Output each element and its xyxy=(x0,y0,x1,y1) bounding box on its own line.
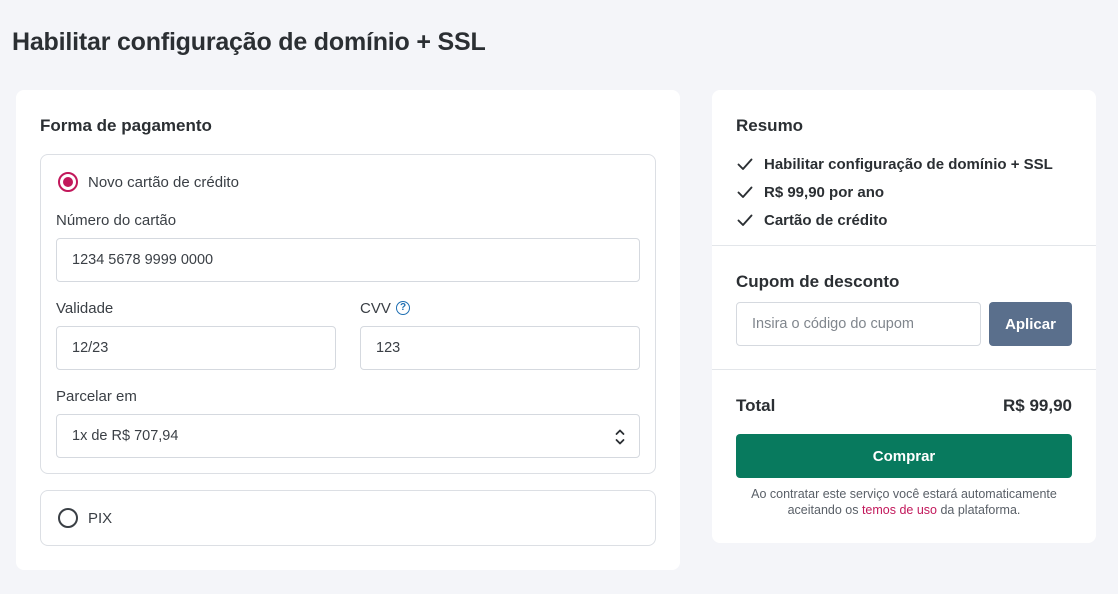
pix-radio[interactable] xyxy=(58,508,78,528)
cvv-value: 123 xyxy=(376,340,401,356)
expiry-label: Validade xyxy=(56,300,114,317)
pix-option[interactable]: PIX xyxy=(40,490,656,546)
expiry-input[interactable]: 12/23 xyxy=(56,326,336,370)
cvv-input[interactable]: 123 xyxy=(360,326,640,370)
installments-select[interactable]: 1x de R$ 707,94 xyxy=(56,414,640,458)
order-summary-card: Resumo Habilitar configuração de domínio… xyxy=(712,90,1096,543)
summary-title: Resumo xyxy=(736,116,804,135)
cvv-label: CVV xyxy=(360,300,391,317)
buy-button[interactable]: Comprar xyxy=(736,434,1072,478)
coupon-input[interactable] xyxy=(736,302,981,346)
check-icon xyxy=(737,186,753,198)
expiry-value: 12/23 xyxy=(72,340,109,356)
coupon-divider xyxy=(712,369,1096,370)
summary-item-text: Cartão de crédito xyxy=(764,211,888,229)
check-icon xyxy=(737,158,753,170)
credit-card-option: Novo cartão de crédito Número do cartão … xyxy=(40,154,656,474)
page-title: Habilitar configuração de domínio + SSL xyxy=(12,28,486,56)
card-number-value: 1234 5678 9999 0000 xyxy=(72,252,214,268)
select-arrows-icon xyxy=(615,429,625,445)
credit-card-radio[interactable] xyxy=(58,172,78,192)
card-number-label: Número do cartão xyxy=(56,212,177,229)
check-icon xyxy=(737,214,753,226)
installments-value: 1x de R$ 707,94 xyxy=(72,428,179,444)
terms-link[interactable]: temos de uso xyxy=(862,503,937,517)
summary-item: Cartão de crédito xyxy=(736,210,887,230)
installments-label: Parcelar em xyxy=(56,388,137,405)
payment-section-title: Forma de pagamento xyxy=(40,116,212,135)
summary-item: Habilitar configuração de domínio + SSL xyxy=(736,154,1053,174)
summary-item-text: Habilitar configuração de domínio + SSL xyxy=(764,155,1053,173)
credit-card-radio-label[interactable]: Novo cartão de crédito xyxy=(88,174,239,191)
coupon-title: Cupom de desconto xyxy=(736,272,900,291)
terms-text: Ao contratar este serviço você estará au… xyxy=(736,486,1072,518)
total-value: R$ 99,90 xyxy=(1003,396,1072,415)
total-label: Total xyxy=(736,396,776,415)
pix-radio-label[interactable]: PIX xyxy=(88,510,112,527)
card-number-input[interactable]: 1234 5678 9999 0000 xyxy=(56,238,640,282)
terms-text-after: da plataforma. xyxy=(937,503,1021,517)
question-circle-icon[interactable]: ? xyxy=(396,301,410,315)
apply-coupon-button[interactable]: Aplicar xyxy=(989,302,1072,346)
summary-divider xyxy=(712,245,1096,246)
summary-item-text: R$ 99,90 por ano xyxy=(764,183,885,201)
summary-item: R$ 99,90 por ano xyxy=(736,182,884,202)
payment-method-card: Forma de pagamento Novo cartão de crédit… xyxy=(16,90,680,570)
